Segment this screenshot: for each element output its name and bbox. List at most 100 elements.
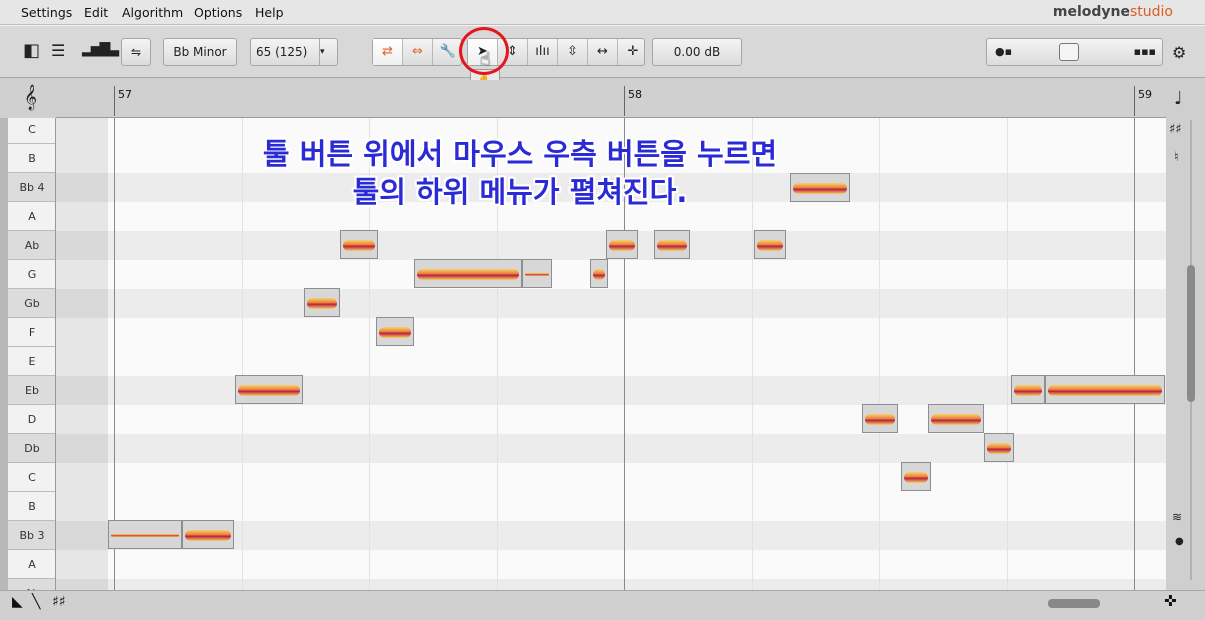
main-toolbar: ◧ ☰ ▂▅▇▃ ⇋ Bb Minor 65 (125) ▾ ⇄ ⇔ 🔧 ➤ ⇕… [0,25,1205,78]
horizontal-scrollbar[interactable] [1048,599,1100,608]
note-blob[interactable] [590,259,608,288]
note-blob[interactable] [522,259,552,288]
menubar: Settings Edit Algorithm Options Help mel… [0,0,1205,25]
tempo-value: 65 (125) [256,45,308,59]
timing-tool-icon: ↔ [597,44,608,59]
note-blob[interactable] [984,433,1014,462]
pitch-ruler[interactable]: C B Bb 4 A Ab G Gb F E Eb D Db C B Bb 3 … [8,118,56,590]
black-key-row [56,289,1166,318]
amplitude-tool-button[interactable]: ⇳ [558,39,588,65]
black-key-row [56,376,1166,405]
zoom-slider-thumb[interactable] [1059,43,1079,61]
zoom-slider[interactable]: ●▪ ▪▪▪ [986,38,1163,66]
bar-line [114,86,115,116]
note-blob[interactable] [901,462,931,491]
black-key-row [56,579,1166,590]
formant-tool-icon: ılıı [535,44,550,59]
zoom-in-icon: ▪▪▪ [1133,45,1156,58]
note-blob[interactable] [1011,375,1045,404]
note-blob[interactable] [304,288,340,317]
note-blob[interactable] [754,230,786,259]
note-blob[interactable] [340,230,378,259]
note-blob[interactable] [606,230,638,259]
note-blob[interactable] [654,230,690,259]
brush-icon[interactable]: ╲ [32,594,40,610]
pitch-label: E [8,347,55,376]
play-cursor-icon[interactable]: ◣ [12,594,23,610]
note-blob[interactable] [414,259,522,288]
note-assignment-button[interactable]: ⇋ [121,38,151,66]
scale-ruler-icon[interactable]: ♮ [1174,150,1179,165]
pitch-macro-icon[interactable]: ⇄ [373,39,403,65]
pitch-label: Db [8,434,55,463]
note-blob[interactable] [376,317,414,346]
menu-options[interactable]: Options [194,5,242,20]
time-ruler[interactable]: 57 58 59 [56,80,1166,118]
bar-gridline [1134,118,1135,590]
left-edge [0,118,8,590]
treble-clef-icon: 𝄞 [24,85,38,110]
beat-gridline [879,118,880,590]
note-blob[interactable] [1045,375,1165,404]
amplitude-tool-icon: ⇳ [567,44,578,59]
menu-help[interactable]: Help [255,5,284,20]
panel-layout-icon[interactable]: ◧ [23,40,40,61]
note-assignment-icon: ⇋ [130,45,142,59]
right-panel: ♩ ♯♯ ♮ ≋ ● [1166,80,1205,590]
note-blob[interactable] [862,404,898,433]
clef-selector[interactable]: 𝄞 [0,80,56,118]
pitch-label: Eb [8,376,55,405]
menu-edit[interactable]: Edit [84,5,108,20]
caption-line: 툴 버튼 위에서 마우스 우측 버튼을 누르면 [262,137,778,171]
timing-tool-button[interactable]: ↔ [588,39,618,65]
pitch-label: B [8,492,55,521]
mouse-cursor-icon: ☝ [480,49,491,70]
pitch-label: Ab [8,579,55,590]
tutorial-caption: 툴 버튼 위에서 마우스 우측 버튼을 누르면 툴의 하위 메뉴가 펼쳐진다. [170,135,870,211]
pre-roll-shade [56,118,108,590]
note-blob[interactable] [108,520,182,549]
zoom-out-icon: ●▪ [995,45,1013,58]
bottom-bar [0,590,1205,620]
gain-field[interactable]: 0.00 dB [652,38,742,66]
bar-number: 58 [628,88,642,101]
gear-icon[interactable]: ⚙ [1172,43,1186,62]
slider-dot-icon[interactable]: ● [1175,536,1184,547]
key-scale-button[interactable]: Bb Minor [163,38,237,66]
pitch-label: G [8,260,55,289]
spectrum-bars-icon[interactable]: ▂▅▇▃ [82,41,119,57]
pitch-label: Bb 3 [8,521,55,550]
pitch-label: Gb [8,289,55,318]
menu-settings[interactable]: Settings [21,5,72,20]
bar-line [624,86,625,116]
note-blob[interactable] [182,520,234,549]
pitch-label: C [8,463,55,492]
formant-tool-button[interactable]: ılıı [528,39,558,65]
waves-icon[interactable]: ≋ [1172,510,1182,524]
pitch-label: D [8,405,55,434]
tempo-field[interactable]: 65 (125) ▾ [250,38,338,66]
pitch-label: A [8,202,55,231]
timing-macro-icon[interactable]: ⇔ [403,39,433,65]
pitch-label: Ab [8,231,55,260]
fit-view-icon[interactable]: ✜ [1164,592,1177,610]
melodyne-window: Settings Edit Algorithm Options Help mel… [0,0,1205,620]
note-blob[interactable] [928,404,984,433]
note-blob[interactable] [235,375,303,404]
chevron-down-icon[interactable]: ▾ [319,39,337,65]
grid-sharp-icon[interactable]: ♯♯ [52,594,66,610]
app-logo: melodynestudio [1052,4,1173,20]
pitch-label: A [8,550,55,579]
caption-line: 툴의 하위 메뉴가 펼쳐진다. [352,175,688,209]
pitch-label: Bb 4 [8,173,55,202]
bar-number: 59 [1138,88,1152,101]
separation-tool-button[interactable]: ✛ [618,39,648,65]
menu-algorithm[interactable]: Algorithm [122,5,183,20]
mixer-sliders-icon[interactable]: ☰ [51,41,65,60]
pitch-label: C [8,118,55,144]
separation-tool-icon: ✛ [627,44,639,59]
vertical-scrollbar[interactable] [1187,265,1195,402]
sharp-grid-icon[interactable]: ♯♯ [1169,122,1182,137]
bar-number: 57 [118,88,132,101]
note-value-icon[interactable]: ♩ [1174,88,1183,109]
